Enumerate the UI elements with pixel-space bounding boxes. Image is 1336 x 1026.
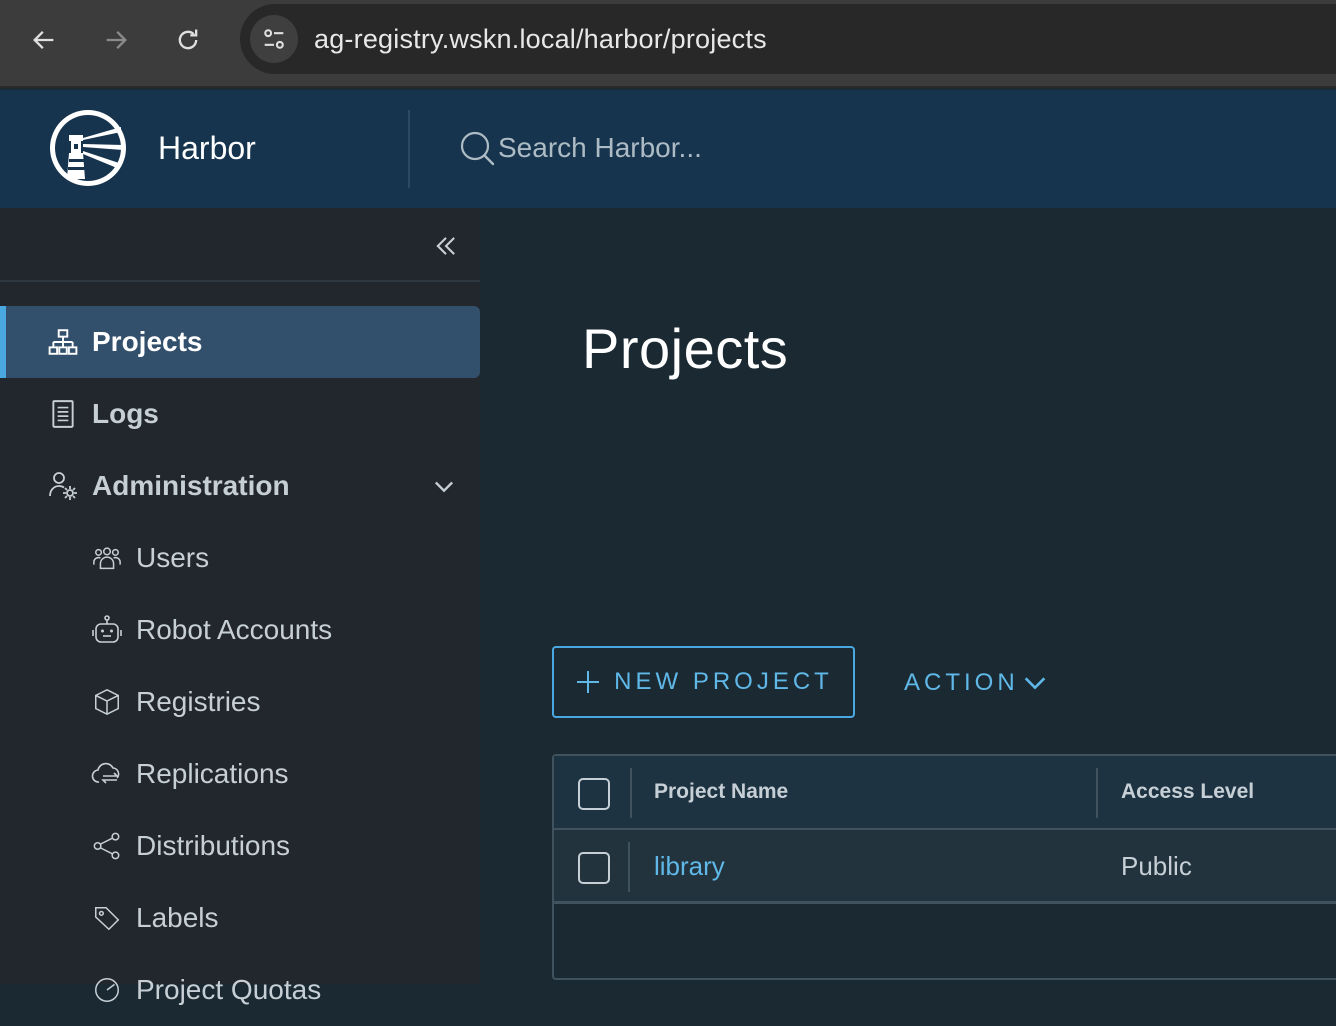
header-divider bbox=[408, 110, 410, 188]
column-header-access-level[interactable]: Access Level bbox=[1121, 780, 1254, 804]
distributions-icon bbox=[90, 829, 124, 863]
sidebar-item-label: Administration bbox=[92, 470, 290, 501]
page-title: Projects bbox=[582, 317, 789, 380]
reload-button[interactable] bbox=[166, 18, 210, 62]
sidebar-item-labels[interactable]: Labels bbox=[0, 882, 480, 954]
replications-icon bbox=[90, 757, 124, 791]
sidebar-item-users[interactable]: Users bbox=[0, 522, 480, 594]
back-button[interactable] bbox=[22, 18, 66, 62]
table-row: library Public bbox=[554, 830, 1336, 904]
sidebar-item-label: Robot Accounts bbox=[136, 614, 333, 645]
registries-icon bbox=[90, 685, 124, 719]
column-header-project-name[interactable]: Project Name bbox=[654, 780, 788, 804]
sidebar-divider bbox=[0, 280, 480, 282]
action-label: ACTION bbox=[904, 669, 1019, 696]
arrow-right-icon bbox=[106, 31, 127, 49]
sidebar: Projects Logs Administration Users Robot… bbox=[0, 208, 480, 1005]
harbor-logo-icon[interactable] bbox=[47, 107, 129, 189]
plus-icon bbox=[577, 671, 600, 693]
sidebar-item-robot-accounts[interactable]: Robot Accounts bbox=[0, 594, 480, 666]
main-content: Projects NEW PROJECT ACTION Project Name… bbox=[480, 208, 1336, 984]
reload-icon bbox=[178, 29, 198, 50]
sidebar-item-projects[interactable]: Projects bbox=[0, 306, 480, 378]
row-checkbox[interactable] bbox=[578, 852, 610, 884]
url-text[interactable]: ag-registry.wskn.local/harbor/projects bbox=[314, 24, 767, 55]
chevron-down-icon bbox=[1024, 677, 1045, 690]
arrow-left-icon bbox=[33, 31, 54, 49]
double-chevron-left-icon bbox=[436, 237, 455, 255]
sidebar-item-replications[interactable]: Replications bbox=[0, 738, 480, 810]
collapse-sidebar-button[interactable] bbox=[426, 228, 466, 264]
new-project-label: NEW PROJECT bbox=[614, 668, 833, 695]
brand-name: Harbor bbox=[158, 130, 256, 166]
column-separator bbox=[630, 768, 632, 818]
address-bar[interactable]: ag-registry.wskn.local/harbor/projects bbox=[240, 4, 1336, 74]
site-info-button[interactable] bbox=[250, 15, 298, 63]
quotas-icon bbox=[90, 973, 124, 1007]
global-search[interactable]: Search Harbor... bbox=[458, 128, 702, 168]
column-separator bbox=[628, 842, 630, 892]
table-header: Project Name Access Level bbox=[554, 756, 1336, 830]
sidebar-item-label: Users bbox=[136, 542, 210, 573]
column-separator[interactable] bbox=[1096, 768, 1098, 818]
browser-toolbar: ag-registry.wskn.local/harbor/projects bbox=[0, 0, 1336, 88]
chevron-down-icon[interactable] bbox=[428, 470, 460, 502]
robot-icon bbox=[90, 613, 124, 647]
sidebar-item-administration[interactable]: Administration bbox=[0, 450, 480, 522]
logs-icon bbox=[46, 397, 80, 431]
sidebar-item-label: Distributions bbox=[136, 830, 291, 861]
sidebar-item-label: Logs bbox=[92, 398, 159, 429]
sidebar-item-label: Registries bbox=[136, 686, 261, 717]
search-icon bbox=[460, 131, 495, 166]
sidebar-item-logs[interactable]: Logs bbox=[0, 378, 480, 450]
action-dropdown-button[interactable]: ACTION bbox=[904, 658, 1049, 708]
sidebar-item-label: Projects bbox=[92, 326, 203, 357]
sidebar-item-label: Project Quotas bbox=[136, 974, 322, 1005]
access-level-cell: Public bbox=[1121, 851, 1192, 881]
project-name-link[interactable]: library bbox=[654, 851, 725, 882]
labels-icon bbox=[90, 901, 124, 935]
sidebar-item-distributions[interactable]: Distributions bbox=[0, 810, 480, 882]
app-header: Harbor Search Harbor... bbox=[0, 90, 1336, 208]
search-placeholder[interactable]: Search Harbor... bbox=[498, 132, 702, 164]
sidebar-item-label: Labels bbox=[136, 902, 219, 933]
projects-table: Project Name Access Level library Public bbox=[552, 754, 1336, 980]
forward-button[interactable] bbox=[94, 18, 138, 62]
sidebar-item-registries[interactable]: Registries bbox=[0, 666, 480, 738]
sidebar-item-label: Replications bbox=[136, 758, 289, 789]
select-all-checkbox[interactable] bbox=[578, 778, 610, 810]
users-icon bbox=[90, 541, 124, 575]
sidebar-item-project-quotas[interactable]: Project Quotas bbox=[0, 954, 480, 1026]
tune-icon bbox=[264, 29, 284, 49]
projects-icon bbox=[46, 325, 80, 359]
administration-icon bbox=[46, 469, 80, 503]
new-project-button[interactable]: NEW PROJECT bbox=[552, 646, 855, 718]
